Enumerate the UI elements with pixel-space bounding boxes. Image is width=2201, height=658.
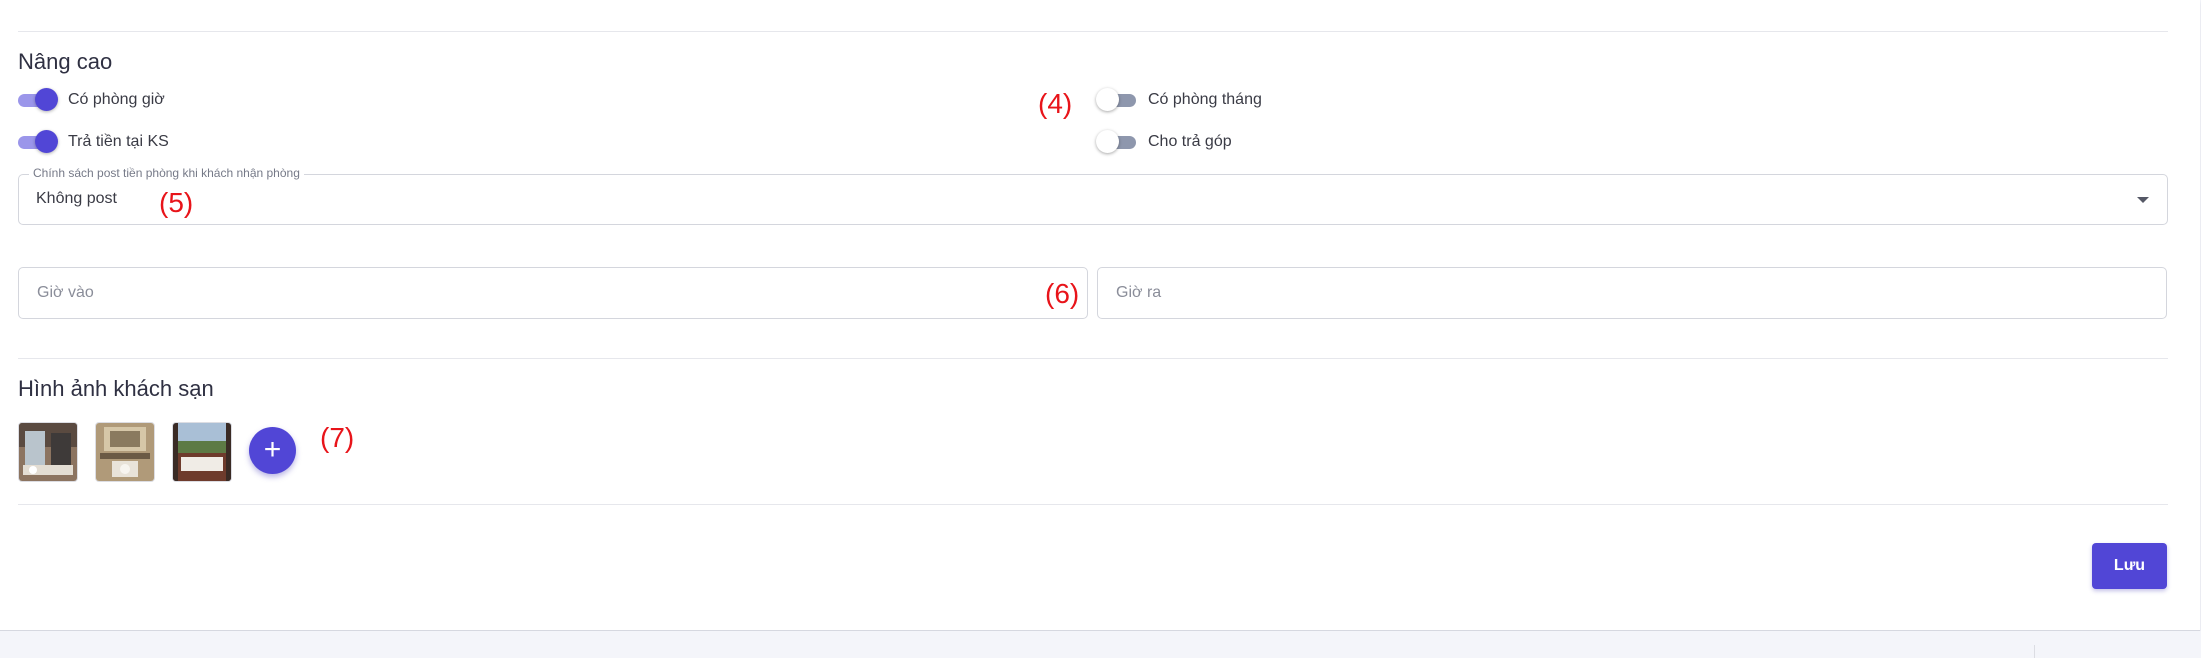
posting-policy-legend: Chính sách post tiền phòng khi khách nhậ… bbox=[29, 166, 304, 180]
advanced-section-title: Nâng cao bbox=[18, 49, 113, 74]
annotation-4: (4) bbox=[1038, 88, 1073, 119]
hotel-image-thumbnail[interactable] bbox=[95, 422, 155, 482]
hourly-room-toggle[interactable] bbox=[16, 88, 58, 112]
chevron-down-icon bbox=[2137, 197, 2149, 203]
plus-icon: + bbox=[263, 433, 282, 466]
bottom-separator bbox=[2034, 645, 2035, 658]
hourly-room-toggle-row: Có phòng giờ bbox=[16, 85, 165, 115]
monthly-room-toggle-row: Có phòng tháng bbox=[1096, 85, 1262, 115]
pay-at-hotel-toggle[interactable] bbox=[16, 130, 58, 154]
monthly-room-label: Có phòng tháng bbox=[1148, 91, 1262, 108]
posting-policy-value: Không post bbox=[36, 190, 117, 207]
checkin-time-input[interactable] bbox=[18, 267, 1088, 319]
bedroom-view-photo-icon bbox=[173, 423, 231, 481]
toggle-thumb bbox=[35, 88, 58, 111]
add-image-button[interactable]: + bbox=[249, 427, 296, 474]
bathroom-photo-icon bbox=[96, 423, 154, 481]
hotel-image-thumbnail[interactable] bbox=[18, 422, 78, 482]
installment-toggle[interactable] bbox=[1096, 130, 1138, 154]
toggle-thumb bbox=[1096, 130, 1119, 153]
hotel-image-thumbnail[interactable] bbox=[172, 422, 232, 482]
page-background-strip bbox=[0, 631, 2201, 658]
hotel-images-title: Hình ảnh khách sạn bbox=[18, 376, 214, 401]
toggle-thumb bbox=[35, 130, 58, 153]
pay-at-hotel-toggle-row: Trả tiền tại KS bbox=[16, 127, 169, 157]
monthly-room-toggle[interactable] bbox=[1096, 88, 1138, 112]
save-button[interactable]: Lưu bbox=[2092, 543, 2167, 589]
toggle-thumb bbox=[1096, 88, 1119, 111]
top-divider bbox=[18, 31, 2168, 32]
installment-toggle-row: Cho trả góp bbox=[1096, 127, 1232, 157]
pay-at-hotel-label: Trả tiền tại KS bbox=[68, 133, 169, 150]
images-divider bbox=[18, 358, 2168, 359]
hotel-settings-card: Nâng cao Có phòng giờ Trả tiền tại KS Có… bbox=[0, 0, 2200, 631]
checkout-time-input[interactable] bbox=[1097, 267, 2167, 319]
installment-label: Cho trả góp bbox=[1148, 133, 1232, 150]
annotation-7: (7) bbox=[320, 422, 355, 453]
bathroom-photo-icon bbox=[19, 423, 77, 481]
posting-policy-select[interactable]: Chính sách post tiền phòng khi khách nhậ… bbox=[18, 166, 2168, 225]
footer-divider bbox=[18, 504, 2168, 505]
hourly-room-label: Có phòng giờ bbox=[68, 91, 165, 108]
annotation-6: (6) bbox=[1045, 278, 1080, 309]
annotation-5: (5) bbox=[159, 187, 194, 218]
